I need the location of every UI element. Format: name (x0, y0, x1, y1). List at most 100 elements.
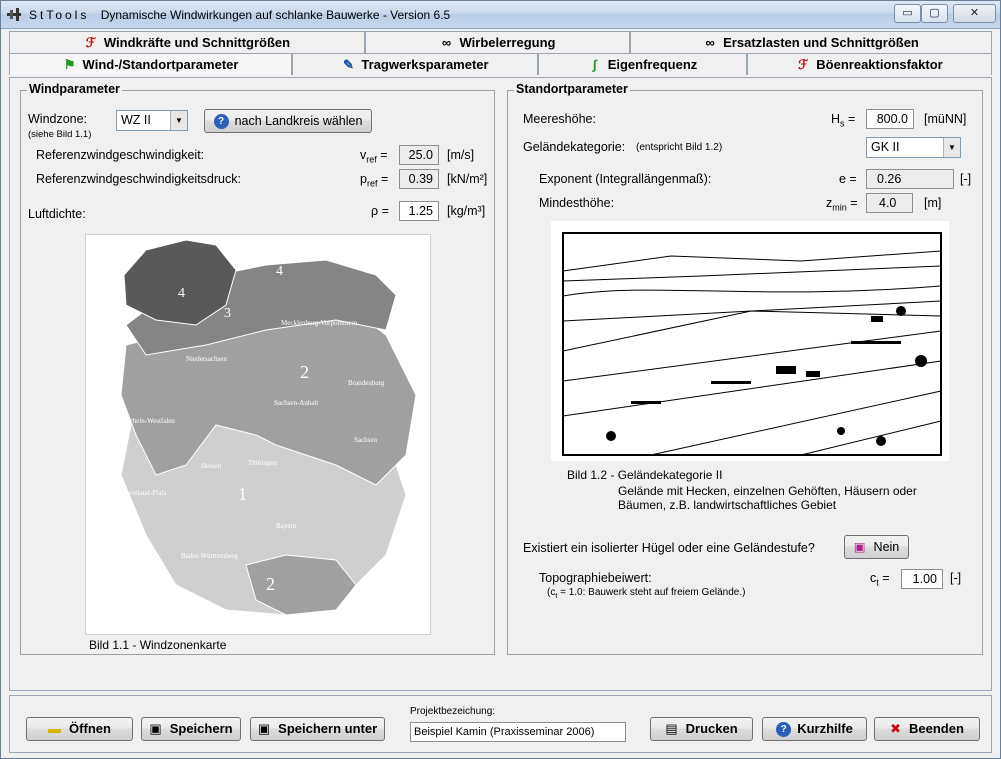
open-button-label: Öffnen (69, 721, 111, 736)
project-input[interactable]: Beispiel Kamin (Praxisseminar 2006) (410, 722, 626, 742)
minimize-button[interactable]: ▭ (894, 4, 921, 23)
help-button[interactable]: ? Kurzhilfe (762, 717, 867, 741)
topo-symbol: ct = (870, 571, 890, 588)
brand-name: StTools (29, 8, 90, 22)
topo-sub: t (876, 577, 879, 588)
map-label-th: Thüringen (248, 459, 278, 467)
kategorie-select[interactable]: GK II ▼ (866, 137, 961, 158)
kategorie-value: GK II (871, 140, 900, 154)
exit-button[interactable]: ✖ Beenden (874, 717, 980, 741)
save-button[interactable]: ▣ Speichern (141, 717, 241, 741)
exit-button-label: Beenden (909, 721, 964, 736)
close-icon: ✕ (969, 7, 980, 19)
minimize-icon: ▭ (902, 7, 913, 19)
tab-label: Böenreaktionsfaktor (816, 57, 943, 72)
meereshoehe-label: Meereshöhe: (523, 112, 596, 126)
force-icon: ℱ (85, 35, 96, 50)
rho-label: Luftdichte: (28, 207, 86, 221)
map-label-nds: Niedersachsen (186, 355, 227, 363)
force-icon: ℱ (798, 57, 809, 72)
map-label-saar: Saarland (94, 521, 119, 529)
tab-wirbelerregung[interactable]: ∞ Wirbelerregung (365, 31, 630, 53)
windzone-map: 4 4 4 3 2 1 2 Niedersachsen Nordrhein-We… (85, 234, 431, 635)
pref-label: Referenzwindgeschwindigkeitsdruck: (36, 172, 241, 186)
tab-windkraefte[interactable]: ℱ Windkräfte und Schnittgrößen (9, 31, 365, 53)
landkreis-button[interactable]: ? nach Landkreis wählen (204, 109, 372, 133)
map-label-zone4: 4 (178, 286, 185, 301)
map-label-bayern: Bayern (276, 522, 297, 530)
mindesthoehe-unit: [m] (924, 196, 942, 210)
terrain-sketch (551, 221, 949, 461)
exponent-unit: [-] (960, 172, 972, 186)
tab-label: Wirbelerregung (459, 35, 556, 50)
exit-icon: ✖ (890, 721, 901, 736)
chevron-down-icon: ▼ (943, 138, 960, 157)
map-label-mv: Mecklenburg-Vorpommern (281, 319, 358, 327)
pref-unit: [kN/m²] (447, 172, 488, 186)
tab-boeenreaktionsfaktor[interactable]: ℱ Böenreaktionsfaktor (747, 53, 992, 75)
help-icon: ? (213, 114, 229, 130)
map-label-zone4b: 4 (276, 264, 283, 279)
tab-label: Wind-/Standortparameter (82, 57, 239, 72)
map-label-zone4c: 4 (348, 256, 355, 271)
mindesthoehe-label: Mindesthöhe: (539, 196, 615, 210)
huegel-button[interactable]: ▣ Nein (844, 535, 909, 559)
vortex-icon: ∞ (441, 35, 452, 50)
vref-sub: ref (366, 154, 377, 165)
tab-label: Tragwerksparameter (361, 57, 489, 72)
terrain-caption-title: Bild 1.2 - Geländekategorie II (567, 468, 723, 482)
map-label-bb: Brandenburg (348, 379, 385, 387)
rho-input[interactable]: 1.25 (399, 201, 439, 221)
close-button[interactable]: ✕ (953, 4, 996, 23)
huegel-button-label: Nein (873, 540, 900, 554)
map-label-rp: Rheinland-Pfalz (121, 489, 167, 497)
topo-input[interactable]: 1.00 (901, 569, 943, 589)
windzone-value: WZ II (121, 113, 151, 127)
terrain-sketch-graphic (562, 232, 942, 456)
folder-icon: ▬ (48, 721, 62, 736)
windparameter-title: Windparameter (27, 82, 122, 96)
tab-tragwerksparameter[interactable]: ✎ Tragwerksparameter (292, 53, 538, 75)
windzone-select[interactable]: WZ II ▼ (116, 110, 188, 131)
rho-symbol: ρ = (371, 204, 389, 218)
save-button-label: Speichern (169, 721, 233, 736)
printer-icon: ▤ (665, 721, 678, 736)
bottom-toolbar: ▬ Öffnen ▣ Speichern ▣ Speichern unter Proj… (9, 695, 992, 753)
map-label-sachsen: Sachsen (354, 436, 377, 444)
vref-field: 25.0 (399, 145, 439, 165)
kategorie-note: (entspricht Bild 1.2) (636, 142, 723, 153)
frequency-icon: ∫ (592, 57, 597, 72)
tab-eigenfrequenz[interactable]: ∫ Eigenfrequenz (538, 53, 747, 75)
window-title-text: Dynamische Windwirkungen auf schlanke Ba… (100, 8, 451, 22)
open-button[interactable]: ▬ Öffnen (26, 717, 133, 741)
app-window: StTools Dynamische Windwirkungen auf sch… (0, 0, 1001, 759)
print-button-label: Drucken (685, 721, 738, 736)
map-caption: Bild 1.1 - Windzonenkarte (89, 638, 227, 652)
meereshoehe-input[interactable]: 800.0 (866, 109, 914, 129)
mindest-sub: min (832, 202, 847, 213)
topo-note-post: = 1.0: Bauwerk steht auf freiem Gelände.… (557, 587, 746, 598)
chevron-down-icon: ▼ (170, 111, 187, 130)
map-label-hessen: Hessen (201, 462, 222, 470)
maximize-button[interactable]: ▢ (921, 4, 948, 23)
map-label-sa: Sachsen-Anhalt (274, 399, 318, 407)
meereshoehe-unit: [müNN] (924, 112, 967, 126)
tab-ersatzlasten[interactable]: ∞ Ersatzlasten und Schnittgrößen (630, 31, 992, 53)
huegel-question: Existiert ein isolierter Hügel oder eine… (523, 541, 815, 555)
exponent-field: 0.26 (866, 169, 954, 189)
help-icon: ? (776, 722, 792, 738)
map-label-zone1: 1 (238, 484, 247, 504)
tab-wind-standort[interactable]: ⚑ Wind-/Standortparameter (9, 53, 292, 75)
tab-label: Windkräfte und Schnittgrößen (103, 35, 291, 50)
print-button[interactable]: ▤ Drucken (650, 717, 753, 741)
pref-symbol: pref = (360, 172, 389, 189)
save-as-button[interactable]: ▣ Speichern unter (250, 717, 385, 741)
pref-sym: p (360, 172, 367, 186)
vref-label: Referenzwindgeschwindigkeit: (36, 148, 205, 162)
vref-symbol: vref = (360, 148, 388, 165)
mindesthoehe-field: 4.0 (866, 193, 913, 213)
landkreis-button-label: nach Landkreis wählen (234, 114, 363, 128)
hill-icon: ▣ (853, 540, 866, 554)
hoehe-sub: s (840, 118, 845, 129)
hoehe-sym: H (831, 112, 841, 126)
